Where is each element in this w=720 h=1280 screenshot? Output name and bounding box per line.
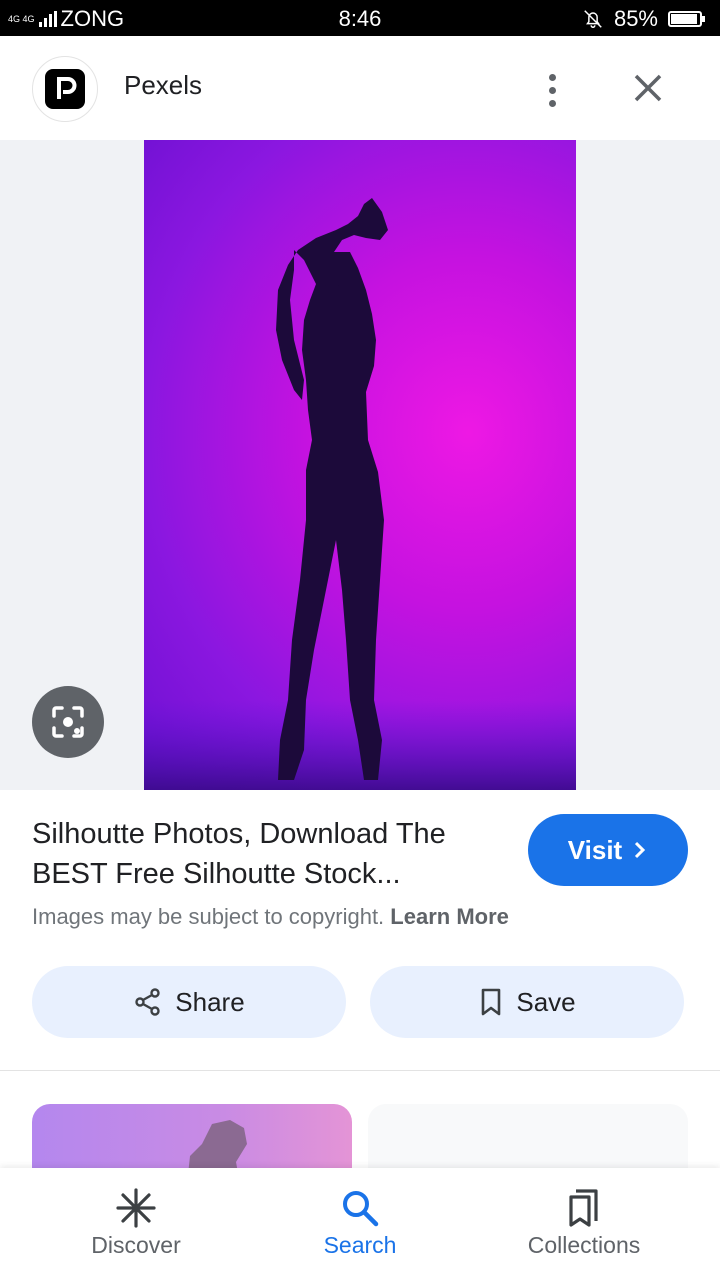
- chevron-right-icon: [635, 841, 646, 859]
- result-title[interactable]: Silhoutte Photos, Download The BEST Free…: [32, 814, 502, 894]
- save-label: Save: [516, 986, 576, 1017]
- copyright-text: Images may be subject to copyright.: [32, 904, 385, 929]
- nav-label: Collections: [527, 1232, 641, 1258]
- divider: [0, 1070, 720, 1071]
- nav-discover[interactable]: Discover: [16, 1168, 256, 1280]
- collections-icon: [569, 1189, 598, 1227]
- nav-search[interactable]: Search: [240, 1168, 480, 1280]
- bottom-navigation: Discover Search Collections: [0, 1168, 720, 1280]
- visit-button[interactable]: Visit: [528, 814, 688, 886]
- lens-search-icon[interactable]: [32, 686, 104, 758]
- more-vert-icon[interactable]: [530, 68, 574, 112]
- share-icon: [135, 988, 160, 1016]
- nav-collections[interactable]: Collections: [464, 1168, 704, 1280]
- learn-more-link[interactable]: Learn More: [390, 904, 509, 929]
- bell-off-icon: [584, 10, 602, 28]
- search-icon: [343, 1191, 379, 1227]
- site-name[interactable]: Pexels: [124, 70, 202, 101]
- save-button[interactable]: Save: [370, 966, 684, 1038]
- silhouette-figure: [144, 198, 576, 790]
- discover-asterisk-icon: [116, 1188, 156, 1228]
- pexels-logo-icon[interactable]: [32, 56, 98, 122]
- close-icon[interactable]: [626, 66, 670, 110]
- nav-label: Search: [323, 1232, 397, 1258]
- status-bar: 4G 4G ZONG 8:46 85%: [0, 0, 720, 36]
- battery-icon: [668, 11, 705, 27]
- battery-percent: 85%: [613, 6, 658, 31]
- copyright-notice: Images may be subject to copyright. Lear…: [32, 904, 509, 930]
- status-icons: 85%: [582, 6, 705, 32]
- bookmark-icon: [482, 988, 501, 1016]
- share-label: Share: [175, 986, 245, 1017]
- share-button[interactable]: Share: [32, 966, 346, 1038]
- image-preview: [0, 140, 720, 790]
- nav-label: Discover: [91, 1232, 181, 1258]
- visit-label: Visit: [567, 834, 623, 865]
- source-header: Pexels: [0, 36, 720, 140]
- result-image[interactable]: [144, 140, 576, 790]
